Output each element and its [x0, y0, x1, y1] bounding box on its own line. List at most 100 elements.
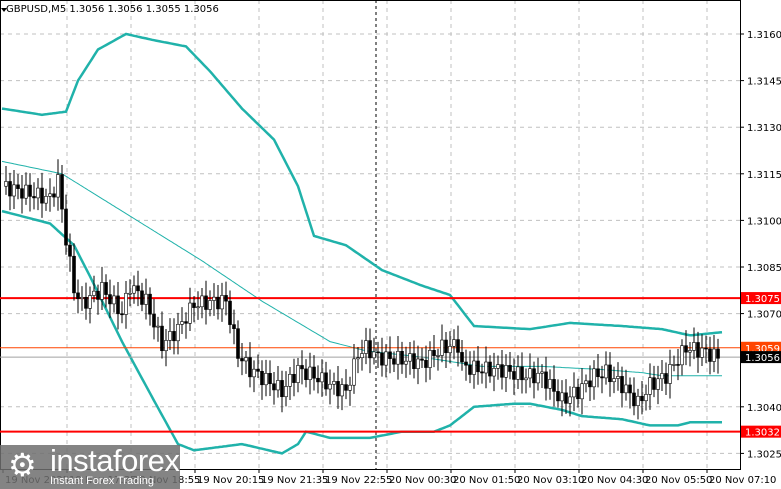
candle — [224, 281, 228, 316]
candle — [364, 327, 368, 365]
candle-body — [600, 376, 604, 379]
candle-body — [400, 350, 404, 365]
candle-body — [500, 364, 504, 378]
candle-body — [692, 342, 696, 351]
candle-body — [592, 368, 596, 388]
candle-body — [588, 380, 592, 388]
candle-body — [524, 377, 528, 381]
candle-body — [564, 392, 568, 404]
candle — [420, 347, 424, 368]
candle-body — [116, 295, 120, 315]
candle-body — [460, 352, 464, 363]
candle-body — [312, 366, 316, 379]
candle-body — [508, 365, 512, 372]
candle-body — [636, 395, 640, 406]
candle-body — [616, 376, 620, 379]
candle — [216, 284, 220, 320]
candle-body — [568, 396, 572, 404]
price-chart[interactable]: 1.3160 1.3145 1.3130 1.3115 1.3100 1.3085 1.30… — [0, 0, 781, 489]
candle-body — [336, 381, 340, 397]
candle — [476, 345, 480, 385]
candle — [288, 366, 292, 400]
candle — [116, 282, 120, 330]
candle-body — [280, 380, 284, 398]
candle-body — [412, 353, 416, 369]
candle — [508, 352, 512, 380]
x-tick-label: 20 Nov 01:50 — [453, 475, 520, 486]
candle-body — [92, 290, 96, 296]
candle-body — [56, 174, 60, 198]
candle-body — [700, 347, 704, 358]
candle-body — [652, 377, 656, 390]
candle-body — [164, 340, 168, 352]
candle-body — [12, 184, 16, 197]
candle — [84, 282, 88, 320]
candle — [632, 377, 636, 416]
candle-body — [440, 339, 444, 356]
candle-body — [288, 373, 292, 387]
candle — [540, 364, 544, 388]
candle-body — [552, 379, 556, 392]
level-price-label: 1.3032 — [745, 428, 780, 439]
candle — [528, 353, 532, 388]
candle-body — [452, 339, 456, 347]
candle-body — [504, 365, 508, 378]
candle-body — [268, 373, 272, 385]
candle — [656, 365, 660, 405]
candle — [432, 334, 436, 368]
candle — [268, 360, 272, 396]
candle — [172, 318, 176, 355]
y-tick-label: 1.3160 — [747, 30, 781, 41]
candle-body — [52, 193, 56, 198]
candle-body — [628, 384, 632, 394]
candle-body — [672, 364, 676, 366]
candle — [628, 377, 632, 409]
candle-body — [316, 377, 320, 383]
candle — [504, 354, 508, 392]
candle — [608, 352, 612, 397]
candle-body — [216, 296, 220, 310]
candle — [652, 365, 656, 398]
candle — [484, 346, 488, 389]
candle — [48, 178, 52, 212]
candle-body — [304, 368, 308, 380]
candle-body — [260, 370, 264, 386]
candle — [424, 345, 428, 383]
candle — [300, 350, 304, 385]
candle-body — [128, 292, 132, 295]
candle-body — [376, 351, 380, 354]
candle — [208, 290, 212, 317]
candle-body — [712, 348, 716, 362]
candle — [52, 186, 56, 207]
y-tick-label: 1.3130 — [747, 123, 781, 134]
candle-body — [248, 357, 252, 378]
candle-body — [608, 364, 612, 383]
level-price-label: 1.3056 — [745, 353, 780, 364]
candle-body — [120, 313, 124, 316]
candle — [716, 338, 720, 374]
candle-body — [364, 340, 368, 354]
candle-body — [680, 345, 684, 366]
candle-body — [172, 331, 176, 342]
candle — [616, 362, 620, 391]
candle-body — [676, 364, 680, 366]
candle — [184, 312, 188, 339]
candle-body — [208, 300, 212, 310]
candle-body — [212, 296, 216, 301]
candle — [16, 174, 20, 200]
candle-body — [540, 371, 544, 374]
candle-body — [372, 351, 376, 359]
candle-body — [48, 193, 52, 197]
candle-body — [320, 372, 324, 383]
candle-body — [580, 383, 584, 400]
candle-body — [32, 196, 36, 199]
candle — [692, 327, 696, 360]
candle — [492, 352, 496, 392]
candle — [136, 270, 140, 307]
candle-body — [424, 359, 428, 368]
candle — [564, 379, 568, 414]
candle-body — [576, 386, 580, 400]
candle-body — [160, 325, 164, 352]
candle-body — [28, 184, 32, 197]
candle — [160, 311, 164, 359]
